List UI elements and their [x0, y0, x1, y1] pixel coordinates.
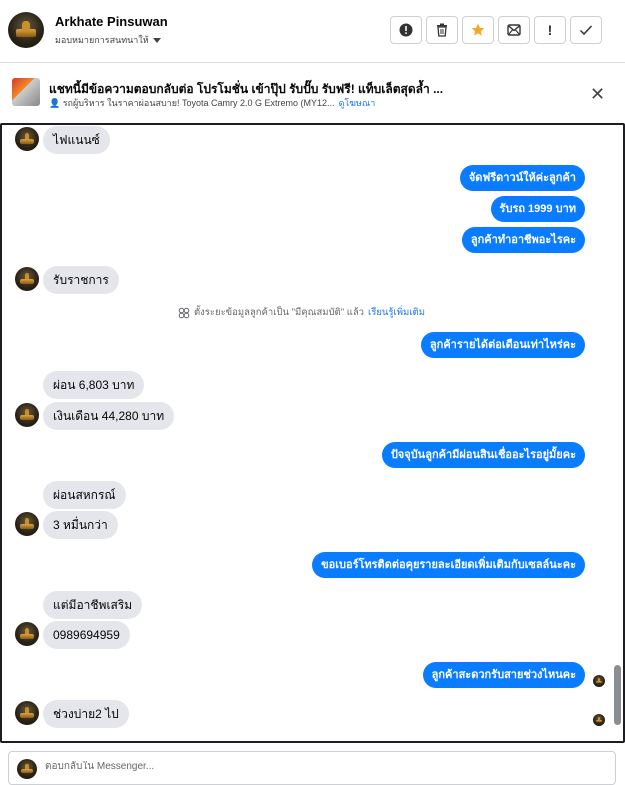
ad-thumbnail[interactable]	[12, 78, 40, 106]
message-incoming: 0989694959	[43, 621, 130, 649]
message-incoming: 3 หมื่นกว่า	[43, 511, 118, 539]
page-avatar	[17, 759, 37, 779]
checkmark-icon	[579, 25, 593, 36]
message-thread[interactable]: ไฟแนนซ์ จัดฟรีดาวน์ให้ค่ะลูกค้า รับรถ 19…	[0, 123, 625, 743]
exclamation-icon: !	[547, 22, 553, 38]
alert-circle-icon	[399, 23, 413, 37]
contact-avatar-small	[15, 403, 39, 427]
message-outgoing: รับรถ 1999 บาท	[490, 196, 585, 222]
system-notice-text: ตั้งระยะข้อมูลลูกค้าเป็น "มีคุณสมบัติ" แ…	[194, 307, 364, 318]
conversation-header: Arkhate Pinsuwan มอบหมายการสนทนาให้ !	[0, 0, 625, 63]
contact-avatar-small	[15, 701, 39, 725]
contact-avatar[interactable]	[8, 12, 44, 48]
delete-button[interactable]	[426, 16, 458, 44]
contact-avatar-small	[15, 127, 39, 151]
lead-stage-icon	[178, 307, 190, 318]
star-button[interactable]	[462, 16, 494, 44]
message-incoming: ช่วงบ่าย2 ไป	[43, 700, 129, 728]
seen-indicator-avatar	[593, 714, 605, 726]
system-notice: ตั้งระยะข้อมูลลูกค้าเป็น "มีคุณสมบัติ" แ…	[178, 305, 425, 320]
message-outgoing: ขอเบอร์โทรติดต่อคุยรายละเอียดเพิ่มเติมกั…	[312, 552, 585, 578]
assign-conversation-dropdown[interactable]: มอบหมายการสนทนาให้	[55, 33, 161, 47]
follow-up-button[interactable]: !	[534, 16, 566, 44]
message-outgoing: ลูกค้าสะดวกรับสายช่วงไหนคะ	[422, 662, 585, 688]
mark-unread-icon	[507, 24, 521, 36]
learn-more-link[interactable]: เรียนรู้เพิ่มเติม	[368, 305, 425, 320]
message-incoming: ผ่อนสหกรณ์	[43, 481, 126, 509]
seen-indicator-avatar	[593, 675, 605, 687]
message-outgoing: ปัจจุบันลูกค้ามีผ่อนสินเชื่ออะไรอยู่มั้ย…	[381, 442, 585, 468]
contact-avatar-small	[15, 512, 39, 536]
assign-label: มอบหมายการสนทนาให้	[55, 35, 149, 45]
star-icon	[471, 23, 485, 36]
message-incoming: รับราชการ	[43, 266, 119, 294]
mark-done-button[interactable]	[570, 16, 602, 44]
chevron-down-icon	[152, 37, 161, 43]
message-incoming: ไฟแนนซ์	[43, 126, 110, 154]
thread-scrollbar[interactable]	[614, 665, 621, 725]
trash-icon	[437, 23, 447, 37]
reply-composer	[8, 751, 616, 785]
mark-unread-button[interactable]	[498, 16, 530, 44]
message-outgoing: ลูกค้าทำอาชีพอะไรคะ	[461, 227, 585, 253]
mark-spam-button[interactable]	[390, 16, 422, 44]
message-outgoing: ลูกค้ารายได้ต่อเดือนเท่าไหร่คะ	[420, 332, 585, 358]
message-incoming: แต่มีอาชีพเสริม	[43, 591, 143, 619]
message-incoming: เงินเดือน 44,280 บาท	[43, 402, 175, 430]
contact-avatar-small	[15, 622, 39, 646]
message-outgoing: จัดฟรีดาวน์ให้ค่ะลูกค้า	[459, 165, 585, 191]
contact-name[interactable]: Arkhate Pinsuwan	[55, 14, 168, 29]
contact-avatar-small	[15, 267, 39, 291]
view-ad-link[interactable]: ดูโฆษณา	[339, 98, 376, 108]
reply-input[interactable]	[45, 761, 605, 772]
message-incoming: ผ่อน 6,803 บาท	[43, 371, 145, 399]
ad-name: 👤 รถผู้บริหาร ในราคาผ่อนสบาย! Toyota Cam…	[49, 98, 335, 108]
ad-reply-subtitle: 👤 รถผู้บริหาร ในราคาผ่อนสบาย! Toyota Cam…	[49, 96, 375, 110]
close-icon[interactable]: ✕	[590, 85, 605, 103]
